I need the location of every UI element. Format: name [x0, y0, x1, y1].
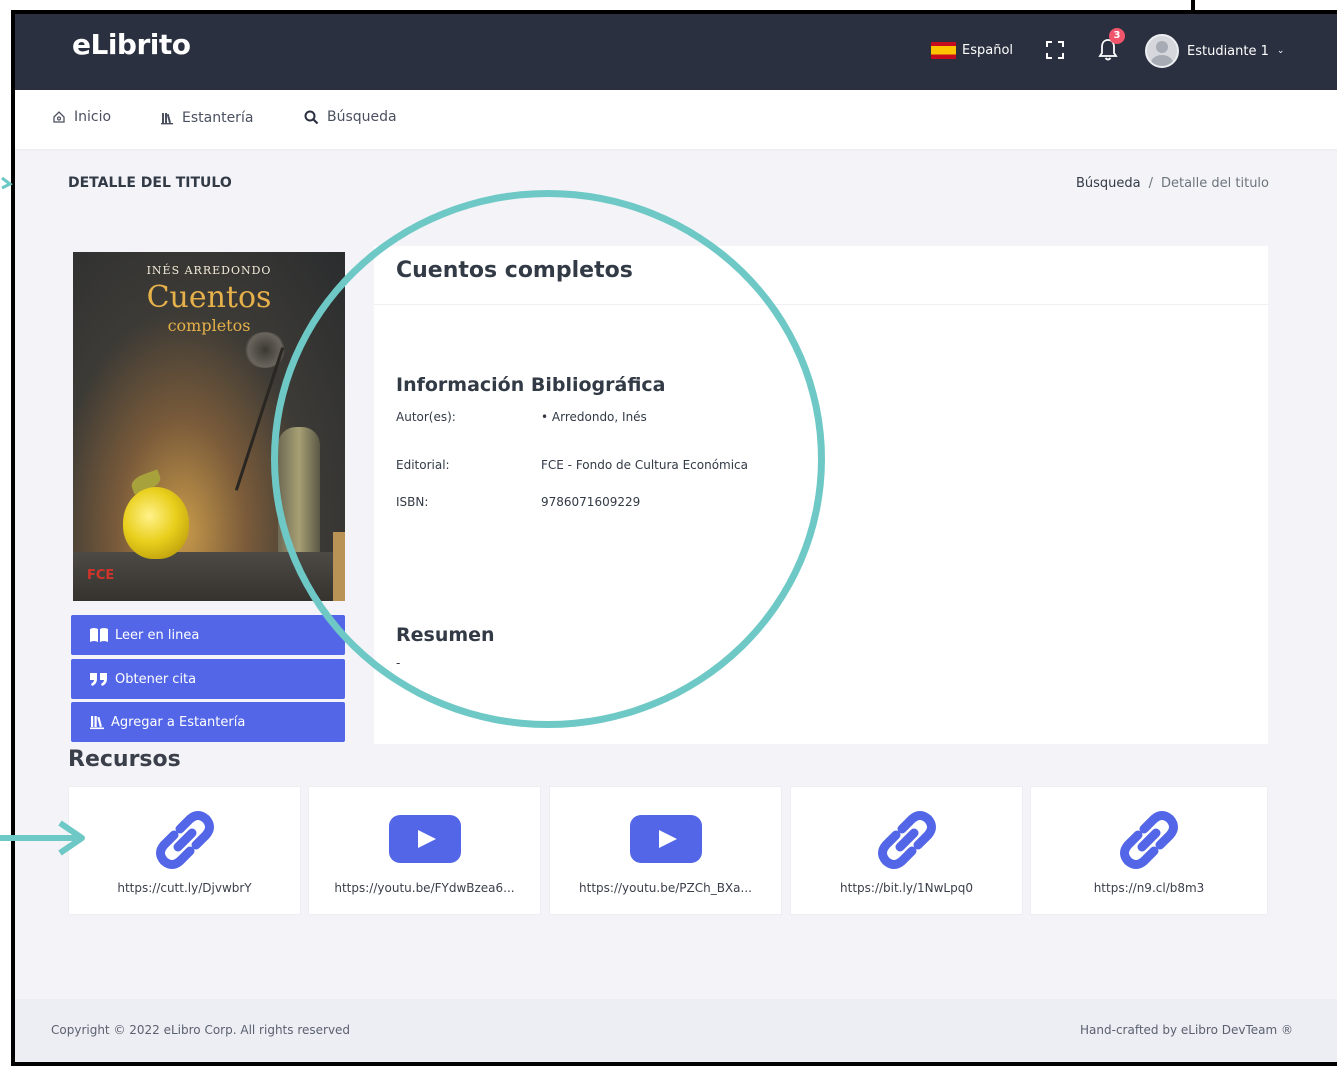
resources-heading: Recursos	[68, 747, 181, 772]
breadcrumb-link-busqueda[interactable]: Búsqueda	[1076, 176, 1141, 191]
youtube-icon	[629, 815, 702, 863]
card-divider	[374, 304, 1268, 305]
resource-url[interactable]: https://cutt.ly/DjvwbrY	[69, 881, 300, 895]
add-to-shelf-label: Agregar a Estantería	[111, 714, 246, 730]
avatar	[1145, 34, 1179, 68]
breadcrumb: Búsqueda / Detalle del titulo	[1076, 176, 1269, 191]
main-nav: Inicio Estantería Búsqueda	[15, 90, 1337, 149]
bibliographic-heading: Información Bibliográfica	[396, 374, 666, 396]
arrow-head-icon	[1, 176, 13, 190]
cover-subtitle: completos	[167, 316, 251, 335]
language-selector[interactable]: Español	[931, 42, 1013, 59]
resource-url[interactable]: https://youtu.be/PZCh_BXa...	[550, 881, 781, 895]
copyright-text: Copyright © 2022 eLibro Corp. All rights…	[51, 1023, 351, 1037]
open-book-icon	[90, 628, 108, 642]
add-to-shelf-button[interactable]: Agregar a Estantería	[71, 702, 345, 742]
author-label: Autor(es):	[396, 410, 456, 424]
book-title: Cuentos completos	[396, 258, 633, 283]
title-detail-card: Cuentos completos Información Bibliográf…	[374, 246, 1268, 744]
app-window: eLibrito Español 3 Estudiante 1 ⌄ Inicio…	[11, 10, 1337, 1066]
resource-card[interactable]: https://cutt.ly/DjvwbrY	[68, 786, 301, 915]
resource-card[interactable]: https://n9.cl/b8m3	[1030, 786, 1268, 915]
nav-item-estanteria[interactable]: Estantería	[160, 110, 253, 126]
footer: Copyright © 2022 eLibro Corp. All rights…	[15, 999, 1337, 1066]
nav-label-busqueda: Búsqueda	[327, 109, 397, 125]
isbn-label: ISBN:	[396, 495, 429, 509]
get-citation-button[interactable]: Obtener cita	[71, 659, 345, 699]
topbar: eLibrito Español 3 Estudiante 1 ⌄	[15, 14, 1337, 90]
summary-heading: Resumen	[396, 624, 495, 646]
frame-bottom-line	[11, 1062, 1337, 1066]
resource-url[interactable]: https://youtu.be/FYdwBzea6...	[309, 881, 540, 895]
read-online-label: Leer en linea	[115, 627, 200, 643]
user-name: Estudiante 1	[1187, 43, 1269, 59]
user-menu[interactable]: Estudiante 1 ⌄	[1145, 34, 1284, 68]
home-icon	[53, 111, 65, 123]
credit-text: Hand-crafted by eLibro DevTeam ®	[1080, 1023, 1293, 1037]
nav-item-inicio[interactable]: Inicio	[52, 109, 111, 125]
summary-text: -	[396, 656, 401, 670]
resource-card[interactable]: https://youtu.be/FYdwBzea6...	[308, 786, 541, 915]
publisher-value: FCE - Fondo de Cultura Económica	[541, 458, 749, 472]
resource-card[interactable]: https://youtu.be/PZCh_BXa...	[549, 786, 782, 915]
youtube-icon	[388, 815, 461, 863]
cover-strip	[333, 532, 345, 601]
cover-stem	[234, 347, 285, 491]
nav-item-busqueda[interactable]: Búsqueda	[304, 109, 397, 125]
chevron-down-icon: ⌄	[1276, 46, 1285, 56]
link-icon	[1116, 809, 1182, 875]
spain-flag-icon	[931, 42, 956, 59]
book-cover: INÉS ARREDONDO Cuentos completos FCE	[73, 252, 345, 601]
nav-label-estanteria: Estantería	[182, 110, 254, 126]
isbn-value: 9786071609229	[541, 495, 641, 509]
publisher-label: Editorial:	[396, 458, 450, 472]
resource-card[interactable]: https://bit.ly/1NwLpq0	[790, 786, 1023, 915]
search-icon	[304, 110, 319, 124]
notification-badge: 3	[1109, 28, 1125, 44]
breadcrumb-separator: /	[1148, 176, 1153, 191]
bookshelf-icon	[90, 716, 104, 730]
link-icon	[874, 809, 940, 875]
get-citation-label: Obtener cita	[115, 671, 197, 687]
cover-fruit	[123, 487, 189, 559]
language-label: Español	[962, 43, 1014, 58]
page-title: DETALLE DEL TITULO	[68, 175, 232, 191]
cover-title: Cuentos	[146, 280, 272, 315]
nav-label-inicio: Inicio	[74, 109, 112, 125]
annotation-arrow-icon	[0, 820, 85, 856]
quote-icon	[90, 673, 107, 686]
cover-author: INÉS ARREDONDO	[146, 264, 272, 277]
app-logo[interactable]: eLibrito	[72, 28, 191, 61]
resource-url[interactable]: https://bit.ly/1NwLpq0	[791, 881, 1022, 895]
bookshelf-icon	[161, 113, 173, 125]
resource-url[interactable]: https://n9.cl/b8m3	[1031, 881, 1267, 895]
breadcrumb-current: Detalle del titulo	[1160, 176, 1269, 191]
publisher-logo: FCE	[87, 568, 115, 583]
read-online-button[interactable]: Leer en linea	[71, 615, 345, 655]
link-icon	[152, 809, 218, 875]
author-value: • Arredondo, Inés	[541, 410, 647, 424]
fullscreen-icon[interactable]	[1046, 41, 1064, 59]
